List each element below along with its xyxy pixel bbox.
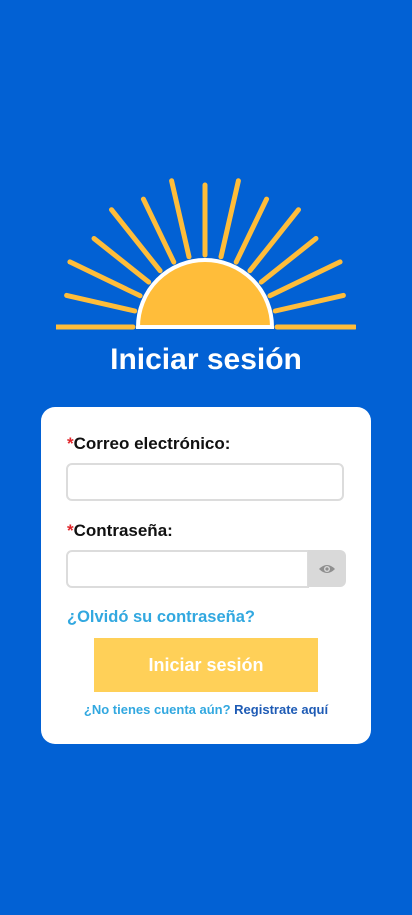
login-submit-button[interactable]: Iniciar sesión [94, 638, 318, 692]
password-label-text: Contraseña: [73, 521, 173, 540]
sun-ray [64, 292, 138, 314]
page-title: Iniciar sesión [110, 343, 302, 376]
login-card: *Correo electrónico: *Contraseña: ¿Olvid… [41, 407, 371, 744]
sun-ray [272, 292, 346, 314]
no-account-text: ¿No tienes cuenta aún? [83, 702, 231, 717]
required-marker: * [67, 434, 74, 453]
toggle-password-visibility-button[interactable] [308, 550, 346, 587]
email-label-text: Correo electrónico: [73, 434, 231, 453]
email-label: *Correo electrónico: [67, 434, 230, 454]
forgot-password-link[interactable]: ¿Olvidó su contraseña? [67, 607, 255, 627]
required-marker: * [67, 521, 74, 540]
sun-ray [218, 178, 241, 260]
sun-ray [169, 178, 192, 260]
register-link[interactable]: Registrate aquí [234, 702, 328, 717]
register-prompt: ¿No tienes cuenta aún? Registrate aquí [41, 702, 371, 718]
password-label: *Contraseña: [67, 521, 173, 541]
password-input[interactable] [66, 550, 309, 588]
email-input[interactable] [66, 463, 344, 501]
sunrise-logo-icon [56, 178, 356, 330]
eye-icon [319, 564, 335, 573]
